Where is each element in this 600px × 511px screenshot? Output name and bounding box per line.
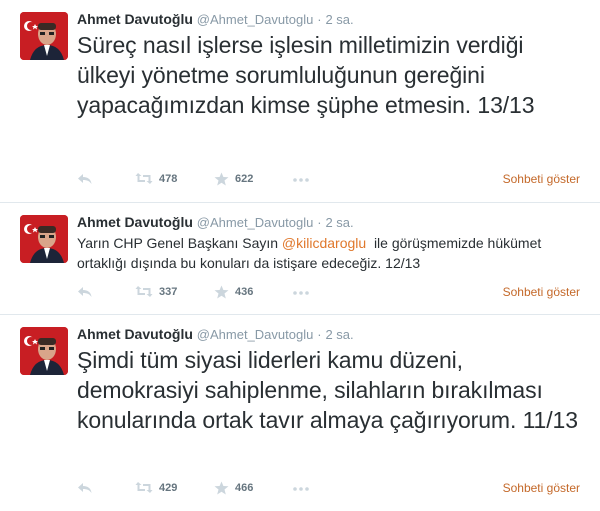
avatar[interactable]	[20, 12, 68, 60]
username[interactable]: @Ahmet_Davutoglu	[197, 215, 314, 230]
favorite-button[interactable]: 622	[214, 172, 253, 186]
retweet-icon	[135, 482, 153, 493]
author-name[interactable]: Ahmet Davutoğlu	[77, 11, 193, 27]
retweet-icon	[135, 173, 153, 184]
timestamp[interactable]: 2 sa.	[325, 12, 353, 27]
show-conversation-link[interactable]: Sohbeti göster	[503, 172, 580, 186]
favorite-button[interactable]: 466	[214, 481, 253, 495]
separator: ·	[317, 12, 322, 27]
tweet-text-part: Yarın CHP Genel Başkanı Sayın	[77, 235, 282, 251]
more-button[interactable]	[293, 178, 309, 182]
retweet-count: 429	[159, 481, 178, 494]
retweet-icon	[135, 286, 153, 297]
timestamp[interactable]: 2 sa.	[325, 215, 353, 230]
tweet[interactable]: Ahmet Davutoğlu @Ahmet_Davutoglu · 2 sa.…	[0, 0, 600, 202]
author-name[interactable]: Ahmet Davutoğlu	[77, 326, 193, 342]
author-name[interactable]: Ahmet Davutoğlu	[77, 214, 193, 230]
retweet-count: 478	[159, 172, 178, 185]
tweet[interactable]: Ahmet Davutoğlu @Ahmet_Davutoglu · 2 sa.…	[0, 202, 600, 314]
username[interactable]: @Ahmet_Davutoglu	[197, 327, 314, 342]
separator: ·	[317, 327, 322, 342]
retweet-count: 337	[159, 285, 178, 298]
tweet-text: Yarın CHP Genel Başkanı Sayın @kilicdaro…	[77, 233, 580, 273]
favorite-count: 622	[235, 173, 254, 185]
tweet-text: Süreç nasıl işlerse işlesin milletimizin…	[77, 32, 535, 118]
mention-link[interactable]: @kilicdaroglu	[282, 235, 366, 251]
avatar[interactable]	[20, 215, 68, 263]
show-conversation-link[interactable]: Sohbeti göster	[503, 285, 580, 299]
reply-icon	[78, 287, 92, 297]
timestamp[interactable]: 2 sa.	[325, 327, 353, 342]
more-icon	[293, 178, 309, 182]
retweet-button[interactable]: 337	[135, 285, 177, 298]
tweet-header: Ahmet Davutoğlu @Ahmet_Davutoglu · 2 sa.	[77, 10, 354, 29]
reply-icon	[78, 174, 92, 184]
reply-icon	[78, 483, 92, 493]
tweet[interactable]: Ahmet Davutoğlu @Ahmet_Davutoglu · 2 sa.…	[0, 314, 600, 511]
favorite-button[interactable]: 436	[214, 285, 253, 299]
more-button[interactable]	[293, 291, 309, 295]
reply-button[interactable]	[77, 481, 93, 495]
more-button[interactable]	[293, 487, 309, 491]
more-icon	[293, 291, 309, 295]
show-conversation-link[interactable]: Sohbeti göster	[503, 481, 580, 495]
avatar[interactable]	[20, 327, 68, 375]
username[interactable]: @Ahmet_Davutoglu	[197, 12, 314, 27]
tweet-header: Ahmet Davutoğlu @Ahmet_Davutoglu · 2 sa.	[77, 325, 354, 344]
more-icon	[293, 487, 309, 491]
tweet-text: Şimdi tüm siyasi liderleri kamu düzeni, …	[77, 347, 578, 433]
star-icon	[214, 481, 229, 495]
retweet-button[interactable]: 429	[135, 481, 177, 494]
reply-button[interactable]	[77, 285, 93, 299]
tweet-header: Ahmet Davutoğlu @Ahmet_Davutoglu · 2 sa.	[77, 213, 354, 232]
favorite-count: 466	[235, 482, 254, 494]
reply-button[interactable]	[77, 172, 93, 186]
favorite-count: 436	[235, 286, 254, 298]
separator: ·	[317, 215, 322, 230]
star-icon	[214, 285, 229, 299]
retweet-button[interactable]: 478	[135, 172, 177, 185]
star-icon	[214, 172, 229, 186]
timeline: Ahmet Davutoğlu @Ahmet_Davutoglu · 2 sa.…	[0, 0, 600, 511]
